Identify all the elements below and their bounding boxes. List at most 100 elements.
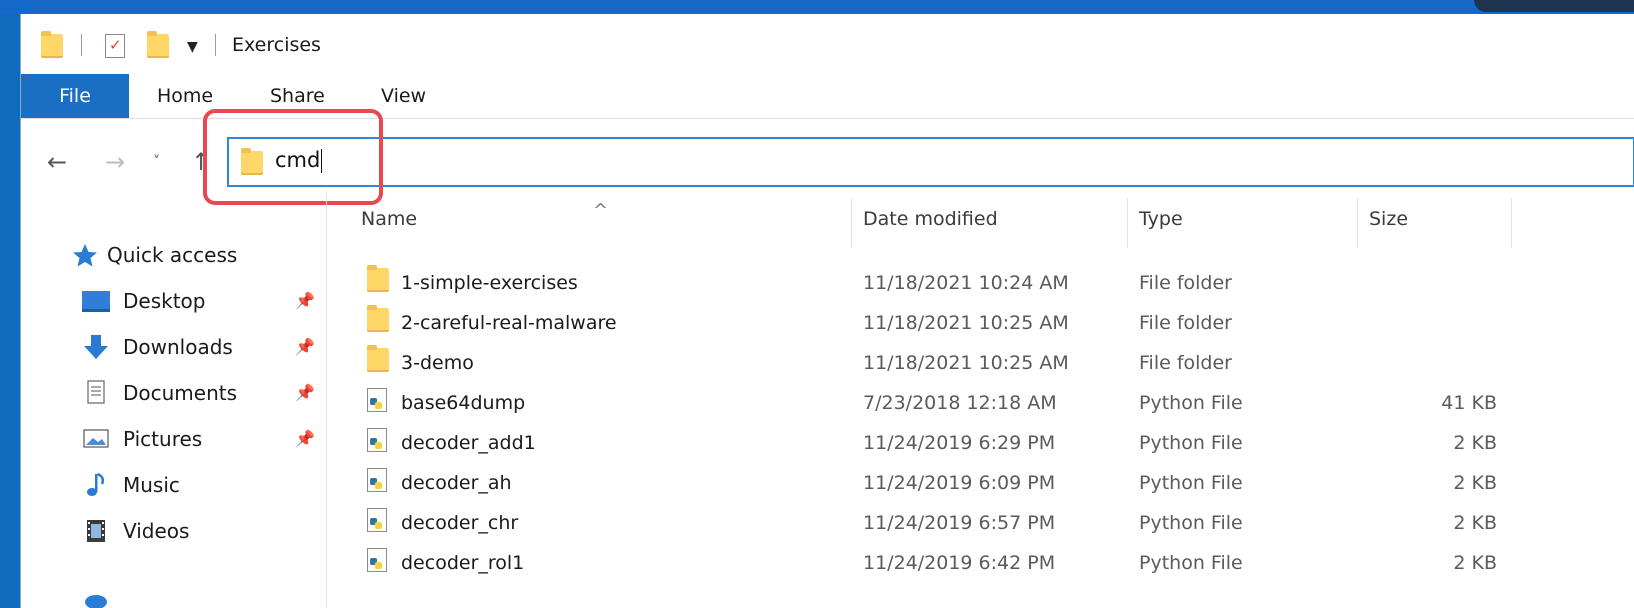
file-size: 2 KB (1453, 552, 1497, 574)
sidebar-item-downloads[interactable]: Downloads 📌 (81, 330, 321, 364)
file-type: Python File (1139, 432, 1243, 454)
file-date: 11/18/2021 10:24 AM (863, 272, 1069, 294)
tab-share[interactable]: Share (270, 74, 325, 118)
file-size: 2 KB (1453, 512, 1497, 534)
back-arrow-icon[interactable]: ← (47, 148, 67, 176)
text-caret (321, 149, 323, 173)
videos-icon (81, 518, 111, 544)
ribbon-tabs: File Home Share View (21, 74, 1634, 119)
file-date: 11/24/2019 6:09 PM (863, 472, 1056, 494)
file-type: File folder (1139, 272, 1232, 294)
quick-access-toolbar: ▼ Exercises (21, 14, 1634, 78)
file-date: 7/23/2018 12:18 AM (863, 392, 1057, 414)
navigation-pane: Quick access Desktop 📌 Downloads 📌 Docum… (21, 190, 327, 608)
address-text: cmd (275, 148, 321, 172)
sidebar-item-music[interactable]: Music (81, 468, 321, 502)
python-file-icon (367, 468, 391, 496)
python-file-icon (367, 388, 391, 416)
table-row[interactable]: base64dump 7/23/2018 12:18 AM Python Fil… (327, 382, 1634, 422)
sidebar-item-pictures[interactable]: Pictures 📌 (81, 422, 321, 456)
documents-icon (81, 380, 111, 406)
cloud-icon (81, 588, 111, 608)
address-input[interactable]: cmd (275, 148, 675, 173)
file-size: 2 KB (1453, 472, 1497, 494)
up-arrow-icon[interactable]: ↑ (191, 148, 211, 176)
column-header-row: ^ Name Date modified Type Size (327, 190, 1634, 248)
column-header-size[interactable]: Size (1369, 208, 1408, 230)
file-type: Python File (1139, 512, 1243, 534)
file-date: 11/24/2019 6:42 PM (863, 552, 1056, 574)
file-name: 2-careful-real-malware (401, 312, 617, 334)
folder-icon (367, 345, 391, 376)
sidebar-item-onedrive[interactable] (81, 584, 321, 608)
column-header-name[interactable]: Name (361, 208, 417, 230)
file-explorer-window: ▼ Exercises File Home Share View ← → ˅ ↑… (20, 14, 1634, 608)
table-row[interactable]: decoder_rol1 11/24/2019 6:42 PM Python F… (327, 542, 1634, 582)
column-header-type[interactable]: Type (1139, 208, 1183, 230)
window-title: Exercises (232, 34, 321, 56)
toolbar-divider (215, 34, 216, 56)
desktop-window-edge (1474, 0, 1634, 12)
sidebar-item-label: Music (123, 473, 180, 497)
downloads-icon (81, 334, 111, 360)
table-row[interactable]: decoder_chr 11/24/2019 6:57 PM Python Fi… (327, 502, 1634, 542)
file-size: 41 KB (1441, 392, 1497, 414)
properties-icon[interactable] (105, 34, 125, 58)
python-file-icon (367, 548, 391, 576)
pictures-icon (81, 426, 111, 452)
tab-home[interactable]: Home (157, 74, 213, 118)
file-name: 1-simple-exercises (401, 272, 578, 294)
table-row[interactable]: 2-careful-real-malware 11/18/2021 10:25 … (327, 302, 1634, 342)
desktop-icon (81, 288, 111, 314)
tab-view[interactable]: View (381, 74, 426, 118)
sidebar-item-videos[interactable]: Videos (81, 514, 321, 548)
tab-file[interactable]: File (21, 74, 129, 118)
python-file-icon (367, 428, 391, 456)
column-divider[interactable] (851, 198, 852, 248)
file-name: decoder_rol1 (401, 552, 525, 574)
column-divider[interactable] (1127, 198, 1128, 248)
new-folder-icon[interactable] (147, 31, 169, 58)
sidebar-item-label: Videos (123, 519, 190, 543)
file-type: Python File (1139, 472, 1243, 494)
file-date: 11/24/2019 6:29 PM (863, 432, 1056, 454)
file-name: base64dump (401, 392, 526, 414)
file-type: File folder (1139, 352, 1232, 374)
sidebar-item-label: Documents (123, 381, 238, 405)
pin-icon[interactable]: 📌 (295, 330, 315, 364)
sidebar-item-label: Downloads (123, 335, 233, 359)
forward-arrow-icon[interactable]: → (105, 148, 125, 176)
file-name: decoder_add1 (401, 432, 536, 454)
table-row[interactable]: 1-simple-exercises 11/18/2021 10:24 AM F… (327, 262, 1634, 302)
column-header-date-modified[interactable]: Date modified (863, 208, 998, 230)
file-type: Python File (1139, 392, 1243, 414)
folder-icon (241, 148, 263, 175)
sidebar-item-documents[interactable]: Documents 📌 (81, 376, 321, 410)
file-size: 2 KB (1453, 432, 1497, 454)
pin-icon[interactable]: 📌 (295, 422, 315, 456)
desktop-background (0, 0, 1634, 14)
folder-icon (367, 305, 391, 336)
python-file-icon (367, 508, 391, 536)
column-divider[interactable] (1357, 198, 1358, 248)
sidebar-item-desktop[interactable]: Desktop 📌 (81, 284, 321, 318)
folder-icon[interactable] (41, 31, 63, 58)
folder-icon (367, 265, 391, 296)
file-name: decoder_chr (401, 512, 519, 534)
table-row[interactable]: decoder_add1 11/24/2019 6:29 PM Python F… (327, 422, 1634, 462)
file-type: File folder (1139, 312, 1232, 334)
address-bar[interactable]: cmd (227, 137, 1634, 187)
column-divider[interactable] (1511, 198, 1512, 248)
table-row[interactable]: 3-demo 11/18/2021 10:25 AM File folder (327, 342, 1634, 382)
recent-locations-chevron-icon[interactable]: ˅ (153, 154, 160, 170)
file-date: 11/18/2021 10:25 AM (863, 352, 1069, 374)
star-icon (71, 242, 101, 268)
pin-icon[interactable]: 📌 (295, 376, 315, 410)
sort-ascending-icon: ^ (593, 200, 609, 221)
file-name: 3-demo (401, 352, 474, 374)
sidebar-item-label: Desktop (123, 289, 206, 313)
pin-icon[interactable]: 📌 (295, 284, 315, 318)
customize-toolbar-dropdown-icon[interactable]: ▼ (187, 36, 198, 55)
table-row[interactable]: decoder_ah 11/24/2019 6:09 PM Python Fil… (327, 462, 1634, 502)
sidebar-item-quick-access[interactable]: Quick access (71, 238, 311, 272)
